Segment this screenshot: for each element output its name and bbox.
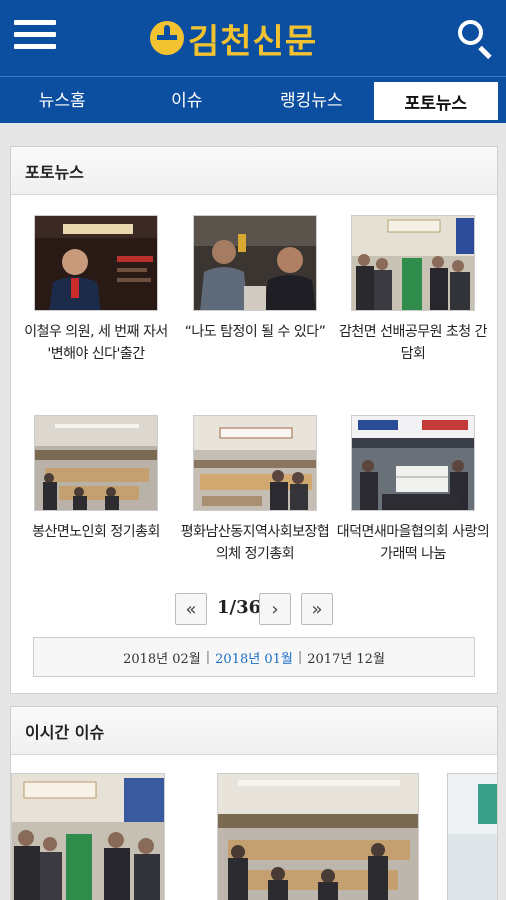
photo-news-item[interactable]: 이철우 의원, 세 번째 자서 '변해야 신다'출간 — [16, 215, 176, 365]
month-separator: | — [205, 649, 211, 665]
news-caption[interactable]: 대덕면새마을협의회 사랑의 가래떡 나눔 — [333, 521, 493, 565]
news-thumbnail[interactable] — [351, 215, 475, 311]
month-link[interactable]: 2018년 02월 — [123, 648, 201, 667]
double-chevron-left-icon[interactable]: « — [175, 593, 207, 625]
issue-now-panel: 이시간 이슈 — [10, 706, 498, 900]
news-thumbnail[interactable] — [34, 215, 158, 311]
month-link[interactable]: 2017년 12월 — [307, 648, 385, 667]
app-header: 김천신문 — [0, 0, 506, 76]
photo-news-item[interactable]: “나도 탐정이 될 수 있다” — [175, 215, 335, 343]
tab-issue[interactable]: 이슈 — [125, 77, 250, 120]
issue-thumbnail[interactable] — [447, 773, 497, 900]
news-caption[interactable]: 봉산면노인회 정기총회 — [16, 521, 176, 543]
tab-photo-news[interactable]: 포토뉴스 — [373, 82, 498, 120]
month-link-current[interactable]: 2018년 01월 — [215, 648, 293, 667]
month-selector: 2018년 02월 | 2018년 01월 | 2017년 12월 — [33, 637, 475, 677]
page-indicator: 1/36 — [217, 597, 262, 618]
search-icon[interactable] — [456, 18, 496, 60]
double-chevron-right-icon[interactable]: » — [301, 593, 333, 625]
tab-news-home[interactable]: 뉴스홈 — [0, 77, 125, 120]
month-separator: | — [297, 649, 303, 665]
panel-title: 이시간 이슈 — [11, 707, 497, 755]
news-thumbnail[interactable] — [351, 415, 475, 511]
photo-news-item[interactable]: 평화남산동지역사회보장협의체 정기총회 — [175, 415, 335, 565]
photo-news-item[interactable]: 감천면 선배공무원 초청 간담회 — [333, 215, 493, 365]
logo-text: 김천신문 — [188, 21, 318, 62]
hamburger-menu-icon[interactable] — [14, 20, 56, 56]
news-thumbnail[interactable] — [193, 215, 317, 311]
tab-ranking-news[interactable]: 랭킹뉴스 — [249, 77, 374, 120]
photo-news-item[interactable]: 대덕면새마을협의회 사랑의 가래떡 나눔 — [333, 415, 493, 565]
photo-news-panel: 포토뉴스 이철우 의원, 세 번째 자서 '변해야 신다'출간 “나도 탐정이 … — [10, 146, 498, 694]
issue-thumbnail[interactable] — [11, 773, 165, 900]
tab-divider — [0, 120, 506, 134]
logo-emblem-icon — [150, 21, 184, 55]
photo-news-item[interactable]: 봉산면노인회 정기총회 — [16, 415, 176, 543]
news-caption[interactable]: 감천면 선배공무원 초청 간담회 — [333, 321, 493, 365]
site-logo[interactable]: 김천신문 — [150, 12, 317, 64]
news-caption[interactable]: 평화남산동지역사회보장협의체 정기총회 — [175, 521, 335, 565]
news-caption[interactable]: “나도 탐정이 될 수 있다” — [175, 321, 335, 343]
news-caption[interactable]: 이철우 의원, 세 번째 자서 '변해야 신다'출간 — [16, 321, 176, 365]
pagination: « 1/36 › » — [11, 593, 497, 625]
news-thumbnail[interactable] — [34, 415, 158, 511]
issue-thumbnail[interactable] — [217, 773, 419, 900]
news-thumbnail[interactable] — [193, 415, 317, 511]
panel-title: 포토뉴스 — [11, 147, 497, 195]
chevron-right-icon[interactable]: › — [259, 593, 291, 625]
section-tabs: 뉴스홈 이슈 랭킹뉴스 포토뉴스 — [0, 76, 506, 120]
